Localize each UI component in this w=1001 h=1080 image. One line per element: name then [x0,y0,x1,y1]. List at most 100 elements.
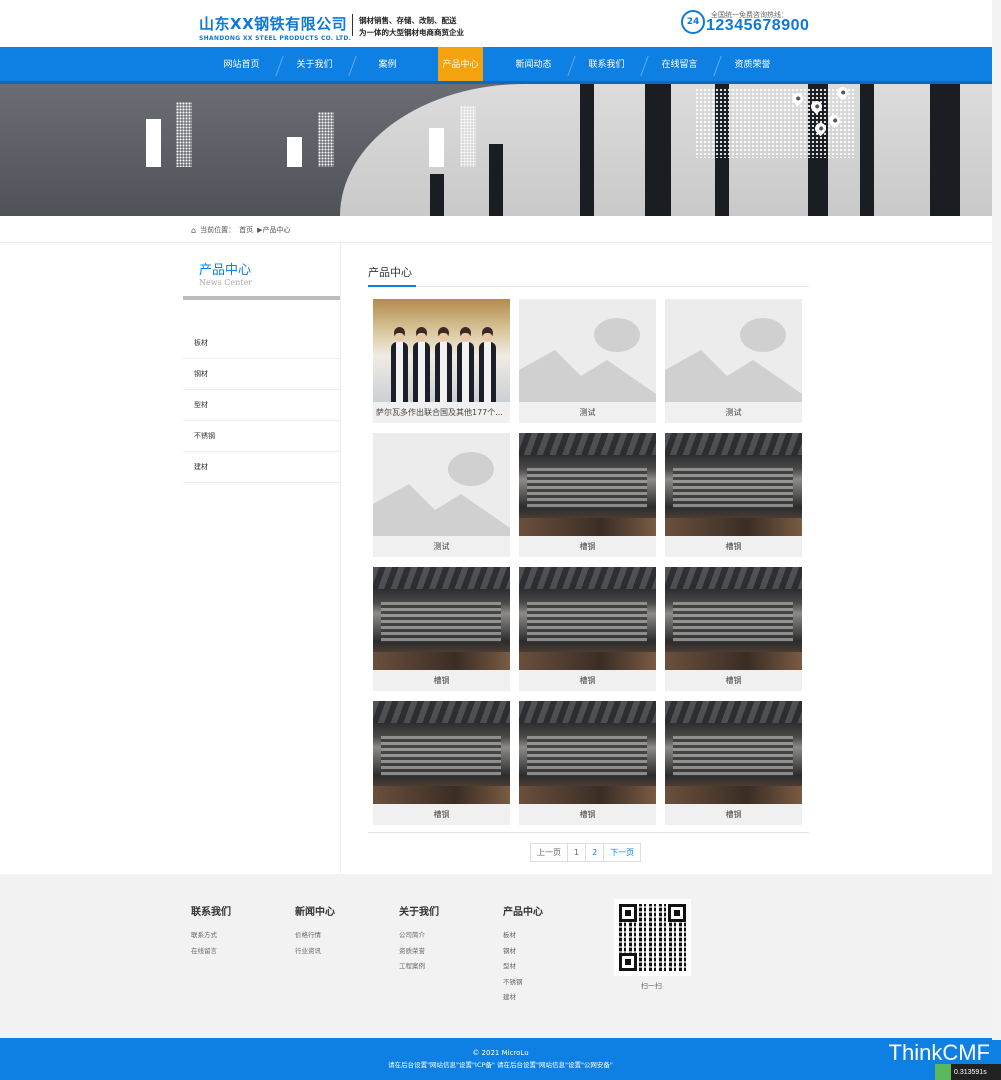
main-nav: 网站首页 关于我们 案例 产品中心 新闻动态 联系我们 在线留言 资质荣誉 [0,47,1001,84]
sidebar-item-1[interactable]: 钢材 [183,359,340,390]
footer-link[interactable]: 在线留言 [191,944,231,960]
product-caption[interactable]: 槽钢 [665,536,802,557]
sidebar-divider [340,243,341,873]
footer-link[interactable]: 钢材 [503,944,543,960]
product-caption[interactable]: 萨尔瓦多作出联合国及其他177个... [373,402,510,423]
product-caption[interactable]: 槽钢 [373,670,510,691]
product-image-steel[interactable] [665,433,802,536]
footer-link[interactable]: 板材 [503,928,543,944]
product-image-steel[interactable] [519,433,656,536]
banner-window [645,84,671,216]
footer-column-3: 产品中心板材 钢材 型材 不锈钢 建材 [503,903,543,1006]
sidebar-item-3[interactable]: 不锈钢 [183,421,340,452]
sidebar-title: 产品中心 [199,263,252,278]
product-card[interactable]: 槽钢 [373,567,510,691]
placeholder-image-icon[interactable] [373,433,510,536]
product-caption[interactable]: 槽钢 [519,536,656,557]
slogan: 钢材销售、存储、改制、配送 为一体的大型钢材电商商贸企业 [359,15,464,39]
nav-item-7[interactable]: 资质荣誉 [716,47,789,84]
footer-link[interactable]: 行业资讯 [295,944,335,960]
breadcrumb: ⌂ 当前位置： 首页 ▶ 产品中心 [0,216,1001,243]
footer-column-title: 新闻中心 [295,907,335,918]
product-card[interactable]: 萨尔瓦多作出联合国及其他177个... [373,299,510,423]
footer-link[interactable]: 不锈钢 [503,975,543,991]
nav-item-label: 产品中心 [442,60,479,70]
footer-link[interactable]: 建材 [503,990,543,1006]
footer-link[interactable]: 联系方式 [191,928,231,944]
footer-column-0: 联系我们 联系方式 在线留言 [191,903,231,959]
product-caption[interactable]: 槽钢 [519,670,656,691]
page-2-button[interactable]: 2 [585,843,605,862]
product-card[interactable]: 槽钢 [665,567,802,691]
banner-bar-dotted [460,106,476,167]
product-image-people[interactable] [373,299,510,402]
placeholder-image-icon[interactable] [519,299,656,402]
page-scrollbar[interactable] [992,0,1001,1040]
sidebar-menu: 板材 钢材 型材 不锈钢 建材 [183,328,340,483]
nav-item-4[interactable]: 新闻动态 [497,47,576,84]
sidebar-subtitle: News Center [199,278,253,287]
product-card[interactable]: 槽钢 [665,433,802,557]
footer-column-title: 产品中心 [503,907,543,918]
product-caption[interactable]: 测试 [519,402,656,423]
product-caption[interactable]: 测试 [665,402,802,423]
content-title-line [368,286,809,287]
pagination: 上一页 1 2 下一页 [530,843,642,862]
nav-item-label: 在线留言 [661,60,698,70]
banner-bar-dotted [318,112,334,167]
nav-item-2[interactable]: 案例 [351,47,424,84]
placeholder-image-icon[interactable] [665,299,802,402]
product-caption[interactable]: 槽钢 [665,804,802,825]
phone-24h-icon: 24 [681,10,705,34]
product-image-steel[interactable] [373,567,510,670]
footer-column-1: 新闻中心价格行情 行业资讯 [295,903,335,959]
site-logo[interactable]: 山东XX钢铁有限公司 SHANDONG XX STEEL PRODUCTS CO… [199,13,351,42]
product-card[interactable]: 测试 [373,433,510,557]
product-image-steel[interactable] [519,701,656,804]
product-card[interactable]: 槽钢 [519,567,656,691]
product-card[interactable]: 测试 [665,299,802,423]
nav-item-6[interactable]: 在线留言 [643,47,722,84]
product-caption[interactable]: 槽钢 [519,804,656,825]
footer-link[interactable]: 工程案例 [399,959,439,975]
copyright-bar: © 2021 MicroLu 请在后台设置"网站信息"设置"ICP备" 请在后台… [0,1038,1001,1080]
footer-column-2: 关于我们 公司简介 资质荣誉 工程案例 [399,903,439,975]
sidebar-item-0[interactable]: 板材 [183,328,340,359]
sidebar-item-4[interactable]: 建材 [183,452,340,483]
nav-item-3[interactable]: 产品中心 [438,47,483,84]
sidebar-item-2[interactable]: 型材 [183,390,340,421]
product-image-steel[interactable] [665,701,802,804]
nav-item-label: 案例 [378,60,397,70]
nav-item-0[interactable]: 网站首页 [205,47,284,84]
product-caption[interactable]: 测试 [373,536,510,557]
product-card[interactable]: 槽钢 [373,701,510,825]
debug-timer-badge[interactable]: 0.313591s [935,1064,1001,1080]
page-1-button[interactable]: 1 [567,843,587,862]
product-card[interactable]: 测试 [519,299,656,423]
banner-bar [146,119,161,167]
product-image-steel[interactable] [373,701,510,804]
footer-link[interactable]: 价格行情 [295,928,335,944]
product-card[interactable]: 槽钢 [665,701,802,825]
product-card[interactable]: 槽钢 [519,701,656,825]
next-page-button[interactable]: 下一页 [603,843,642,862]
banner [0,84,1001,216]
product-image-steel[interactable] [665,567,802,670]
nav-item-label: 网站首页 [223,60,260,70]
nav-item-5[interactable]: 联系我们 [570,47,649,84]
product-caption[interactable]: 槽钢 [373,804,510,825]
thinkcmf-leaf-icon [935,1064,951,1080]
qr-code [614,899,691,976]
footer-link[interactable]: 公司简介 [399,928,439,944]
prev-page-button[interactable]: 上一页 [530,843,568,862]
footer-link[interactable]: 资质荣誉 [399,944,439,960]
banner-bar [429,128,444,167]
product-image-steel[interactable] [519,567,656,670]
product-card[interactable]: 槽钢 [519,433,656,557]
copyright-text: © 2021 MicroLu [472,1049,529,1057]
nav-item-1[interactable]: 关于我们 [278,47,357,84]
footer-link[interactable]: 型材 [503,959,543,975]
product-caption[interactable]: 槽钢 [665,670,802,691]
breadcrumb-home[interactable]: 首页 [239,225,253,235]
product-grid: 萨尔瓦多作出联合国及其他177个... 测试 测试 测试 槽钢 槽钢 槽钢 槽钢 槽钢 槽钢 槽钢槽… [373,299,803,825]
